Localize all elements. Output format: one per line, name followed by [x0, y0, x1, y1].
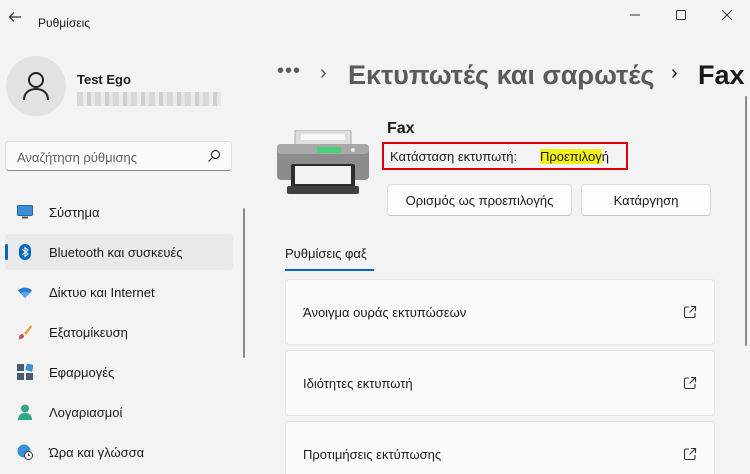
user-icon [23, 72, 49, 101]
sidebar-item-label: Λογαριασμοί [49, 404, 123, 420]
printer-name: Fax [387, 120, 415, 137]
back-arrow-icon [8, 12, 21, 22]
globe-clock-icon [17, 444, 33, 460]
printing-preferences-card[interactable]: Προτιμήσεις εκτύπωσης [285, 421, 715, 474]
maximize-icon [676, 10, 686, 20]
system-icon [17, 204, 33, 220]
user-name: Test Ego [77, 72, 131, 87]
breadcrumb-more-button[interactable]: ••• [277, 60, 301, 83]
tab-active-indicator [285, 269, 374, 271]
sidebar-scrollbar[interactable] [243, 208, 245, 358]
sidebar-item-label: Δίκτυο και Internet [49, 284, 155, 300]
status-value: Προεπιλογή [540, 149, 609, 164]
title-bar: Ρυθμίσεις [0, 0, 750, 36]
page-title: Fax [698, 60, 745, 90]
avatar[interactable] [6, 56, 66, 116]
external-link-icon [683, 376, 697, 390]
sidebar-item-label: Ώρα και γλώσσα [49, 444, 145, 460]
card-label: Ιδιότητες εκτυπωτή [303, 376, 413, 391]
bluetooth-icon [17, 244, 33, 260]
search-placeholder: Αναζήτηση ρύθμισης [17, 150, 138, 165]
back-button[interactable] [4, 6, 26, 28]
set-default-button[interactable]: Ορισμός ως προεπιλογής [387, 184, 572, 216]
open-print-queue-card[interactable]: Άνοιγμα ουράς εκτυπώσεων [285, 279, 715, 345]
breadcrumb-parent-link[interactable]: Εκτυπωτές και σαρωτές [348, 60, 654, 91]
app-title: Ρυθμίσεις [38, 16, 91, 30]
sidebar-item-label: Bluetooth και συσκευές [49, 244, 183, 260]
printer-status: Κατάσταση εκτυπωτή: Προεπιλογή [382, 142, 628, 170]
sidebar-item-system[interactable]: Σύστημα [5, 194, 233, 230]
sidebar-item-apps[interactable]: Εφαρμογές [5, 354, 233, 390]
search-icon [208, 149, 221, 162]
card-label: Άνοιγμα ουράς εκτυπώσεων [303, 305, 467, 320]
brush-icon [17, 324, 33, 340]
status-label: Κατάσταση εκτυπωτή: [390, 149, 518, 164]
person-icon [17, 404, 33, 420]
printer-properties-card[interactable]: Ιδιότητες εκτυπωτή [285, 350, 715, 416]
status-value-highlight: Προεπιλογ [540, 149, 602, 164]
breadcrumb-chevron-icon: › [671, 62, 678, 84]
close-button[interactable] [704, 0, 750, 30]
sidebar-item-label: Σύστημα [49, 204, 100, 220]
minimize-icon [630, 14, 640, 16]
apps-icon [17, 364, 33, 380]
wifi-icon [17, 284, 33, 300]
remove-button[interactable]: Κατάργηση [581, 184, 711, 216]
sidebar-item-accounts[interactable]: Λογαριασμοί [5, 394, 233, 430]
tab-fax-settings[interactable]: Ρυθμίσεις φαξ [285, 246, 367, 261]
close-icon [722, 10, 732, 20]
sidebar-item-time-language[interactable]: Ώρα και γλώσσα [5, 434, 233, 470]
breadcrumb-chevron-icon: › [320, 62, 327, 84]
external-link-icon [683, 447, 697, 461]
sidebar-item-label: Εξατομίκευση [49, 324, 128, 340]
main-scrollbar[interactable] [745, 96, 747, 346]
sidebar-nav: Σύστημα Bluetooth και συσκευές Δίκτυο κα… [5, 194, 233, 474]
status-value-rest: ή [601, 149, 609, 164]
search-input[interactable]: Αναζήτηση ρύθμισης [5, 141, 232, 171]
minimize-button[interactable] [612, 0, 658, 30]
sidebar-item-personalization[interactable]: Εξατομίκευση [5, 314, 233, 350]
card-label: Προτιμήσεις εκτύπωσης [303, 447, 442, 462]
maximize-button[interactable] [658, 0, 704, 30]
sidebar-item-bluetooth[interactable]: Bluetooth και συσκευές [5, 234, 233, 270]
sidebar-item-network[interactable]: Δίκτυο και Internet [5, 274, 233, 310]
user-email-redacted [77, 92, 221, 106]
sidebar-item-label: Εφαρμογές [49, 364, 115, 380]
printer-icon [277, 130, 369, 194]
external-link-icon [683, 305, 697, 319]
